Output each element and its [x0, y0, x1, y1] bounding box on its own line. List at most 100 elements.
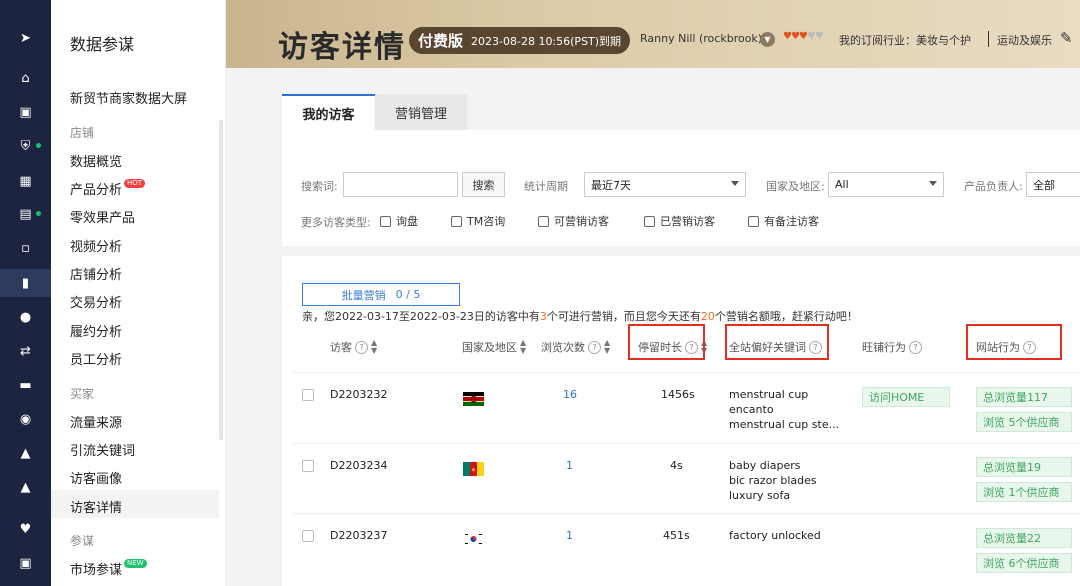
views-count[interactable]: 16 [563, 388, 577, 401]
notice-text: 个可进行营销，而且您今天还有 [546, 310, 701, 323]
briefcase-icon[interactable]: ▣ [0, 549, 51, 577]
checkbox-marketable[interactable]: 可营销访客 [538, 213, 609, 229]
tab-marketing[interactable]: 营销管理 [375, 94, 467, 130]
clipboard-icon[interactable]: ▬ [0, 371, 51, 399]
row-divider [292, 372, 1080, 373]
period-select[interactable]: 最近7天 [584, 172, 746, 197]
checkbox-noted[interactable]: 有备注访客 [748, 213, 819, 229]
shield-icon[interactable]: ⛨ [0, 132, 51, 160]
checkbox-label: 可营销访客 [554, 215, 609, 228]
calendar-icon[interactable]: ▤ [0, 200, 51, 228]
search-input[interactable] [343, 172, 458, 197]
kenya-flag-icon [463, 392, 484, 406]
home-icon[interactable]: ⌂ [0, 64, 51, 92]
visitor-id[interactable]: D2203234 [330, 459, 387, 472]
site-behavior-tag[interactable]: 浏览 1个供应商 [976, 482, 1072, 502]
nav-item-trade-analysis[interactable]: 交易分析 [70, 292, 122, 311]
col-views[interactable]: 浏览次数? ▲ ▼ [541, 339, 611, 355]
col-region[interactable]: 国家及地区 ▲ ▼ [462, 339, 527, 355]
visitor-id[interactable]: D2203232 [330, 388, 387, 401]
heart-icon[interactable]: ♥ [0, 515, 51, 543]
row-checkbox[interactable] [302, 530, 314, 542]
nav-item-big-screen[interactable]: 新贸节商家数据大屏 [70, 88, 187, 107]
divider [988, 31, 989, 47]
site-behavior-tag[interactable]: 总浏览量117 [976, 387, 1072, 407]
nav-item-fulfillment-analysis[interactable]: 履约分析 [70, 321, 122, 340]
col-store-behavior[interactable]: 旺铺行为? [862, 339, 922, 355]
subscribed-industry: 我的订阅行业：美妆与个护 [839, 34, 971, 47]
nav-item-data-overview[interactable]: 数据概览 [70, 151, 122, 170]
stay-duration: 1456s [661, 388, 695, 401]
nav-item-keywords[interactable]: 引流关键词 [70, 440, 135, 459]
expiry-text: 2023-08-28 10:56(PST)到期 [471, 34, 622, 48]
site-behavior-tag[interactable]: 浏览 5个供应商 [976, 412, 1072, 432]
checkbox-inquiry[interactable]: 询盘 [380, 213, 418, 229]
keyword-list: menstrual cup encanto menstrual cup ste.… [729, 387, 839, 432]
help-icon[interactable]: ? [909, 340, 922, 354]
bulk-marketing-button[interactable]: 批量营销 0 / 5 [302, 283, 460, 306]
nav-item-traffic-source[interactable]: 流量来源 [70, 412, 122, 431]
users-icon[interactable]: ● [0, 303, 51, 331]
bulk-count: 0 / 5 [395, 288, 421, 301]
apps-icon[interactable]: ▦ [0, 167, 51, 195]
checkbox-tm[interactable]: TM咨询 [451, 213, 505, 229]
checkbox[interactable] [644, 215, 655, 227]
site-behavior-tag[interactable]: 总浏览量19 [976, 457, 1072, 477]
hat-icon[interactable]: ▲ [0, 439, 51, 467]
row-checkbox[interactable] [302, 460, 314, 472]
page-title: 访客详情 [278, 30, 406, 65]
checkbox[interactable] [451, 215, 462, 227]
nav-item-staff-analysis[interactable]: 员工分析 [70, 349, 122, 368]
views-count[interactable]: 1 [566, 529, 573, 542]
keyword-list: factory unlocked [729, 528, 821, 543]
nav-item-visitor-details[interactable]: 访客详情 [70, 497, 122, 516]
hot-badge: HOT [124, 179, 146, 188]
region-value: All [835, 178, 849, 191]
col-visitor[interactable]: 访客? ▲ ▼ [330, 339, 378, 355]
nav-section-buyer: 买家 [70, 387, 95, 401]
store-icon[interactable]: ▣ [0, 98, 51, 126]
share-icon[interactable]: ⇄ [0, 337, 51, 365]
korea-flag-icon [463, 532, 484, 546]
visitor-id[interactable]: D2203237 [330, 529, 387, 542]
chevron-down-icon[interactable]: ▼ [760, 32, 775, 47]
period-value: 最近7天 [591, 178, 631, 192]
keyword: luxury sofa [729, 489, 791, 502]
checkbox[interactable] [538, 215, 549, 227]
nav-item-market[interactable]: 市场参谋 NEW [70, 559, 147, 578]
sort-icon[interactable]: ▲ ▼ [371, 339, 378, 355]
checkbox[interactable] [748, 215, 759, 227]
help-icon[interactable]: ? [355, 340, 368, 354]
search-button[interactable]: 搜索 [462, 172, 505, 197]
site-behavior-tag[interactable]: 总浏览量22 [976, 528, 1072, 548]
sort-icon[interactable]: ▲ ▼ [520, 339, 527, 355]
globe-icon[interactable]: ◉ [0, 405, 51, 433]
tab-bar: 我的访客 营销管理 [282, 94, 1080, 130]
industry-link[interactable]: 运动及娱乐 [997, 32, 1052, 48]
help-icon[interactable]: ? [588, 340, 601, 354]
nav-item-visitor-profile[interactable]: 访客画像 [70, 468, 122, 487]
row-checkbox[interactable] [302, 389, 314, 401]
nav-item-video-analysis[interactable]: 视频分析 [70, 236, 122, 255]
edit-icon[interactable]: ✎ [1060, 29, 1073, 47]
views-count[interactable]: 1 [566, 459, 573, 472]
chat-icon[interactable]: ▫ [0, 234, 51, 262]
nav-item-product-analysis[interactable]: 产品分析 HOT [70, 179, 146, 198]
checkbox-marketed[interactable]: 已营销访客 [644, 213, 715, 229]
tab-my-visitors[interactable]: 我的访客 [282, 94, 375, 130]
checkbox[interactable] [380, 215, 391, 227]
nav-item-label: 产品分析 [70, 183, 123, 198]
chart-icon[interactable]: ▮ [0, 269, 51, 297]
left-nav: 数据参谋 新贸节商家数据大屏 店铺 数据概览 产品分析 HOT 零效果产品 视频分… [51, 0, 226, 586]
nav-scrollbar[interactable] [219, 120, 223, 440]
nav-item-zero-effect[interactable]: 零效果产品 [70, 207, 135, 226]
send-icon[interactable]: ➤ [0, 24, 51, 52]
region-select[interactable]: All [828, 172, 944, 197]
sort-icon[interactable]: ▲ ▼ [604, 339, 611, 355]
checkbox-label: TM咨询 [467, 215, 506, 228]
site-behavior-tag[interactable]: 浏览 6个供应商 [976, 553, 1072, 573]
bank-icon[interactable]: ▲ [0, 473, 51, 501]
owner-select[interactable]: 全部 [1026, 172, 1080, 197]
store-behavior-tag[interactable]: 访问HOME [862, 387, 950, 407]
nav-item-store-analysis[interactable]: 店铺分析 [70, 264, 122, 283]
